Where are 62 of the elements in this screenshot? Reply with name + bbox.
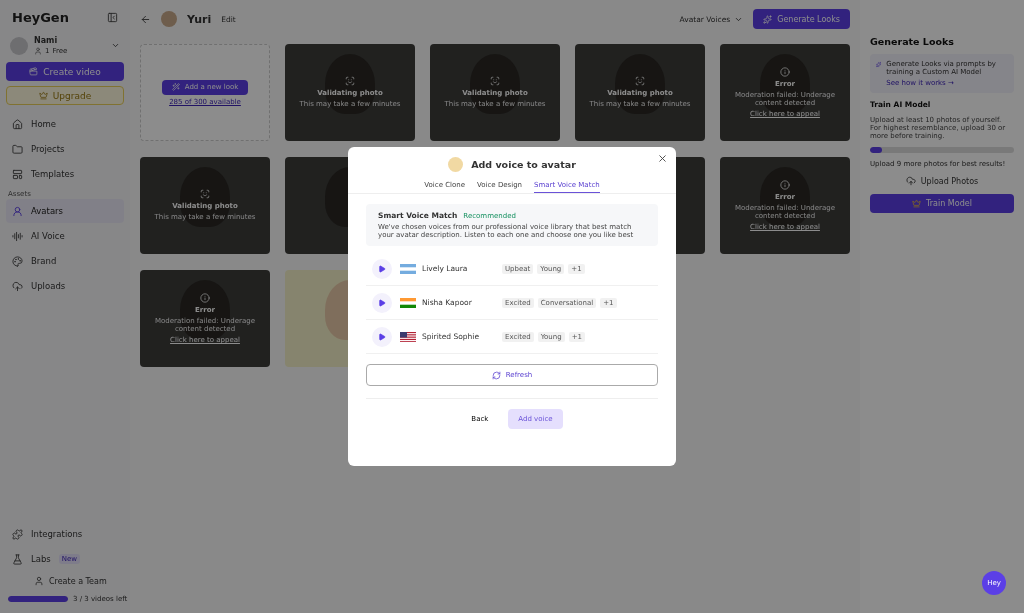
- info-icon: [200, 292, 210, 303]
- nav-item[interactable]: Projects: [6, 137, 124, 161]
- flag-icon: [400, 263, 416, 274]
- user-icon: [34, 47, 42, 55]
- nav-item[interactable]: Brand: [6, 249, 124, 273]
- avatar-photo-placeholder: [161, 11, 177, 27]
- nav-item[interactable]: Uploads: [6, 274, 124, 298]
- refresh-icon: [491, 370, 501, 380]
- info-icon: [780, 66, 790, 77]
- sparkle-icon: [763, 14, 773, 24]
- scan-icon: [490, 76, 500, 87]
- avatar-circle: [10, 36, 28, 55]
- nav-item[interactable]: AI Voice: [6, 224, 124, 248]
- template-icon: [12, 168, 23, 180]
- avatar-icon: [12, 205, 23, 217]
- nav-item[interactable]: Avatars: [6, 199, 124, 223]
- folder-icon: [12, 143, 23, 155]
- wand-icon: [171, 83, 180, 91]
- nav-item[interactable]: Home: [6, 112, 124, 136]
- account-name: Nami: [34, 36, 59, 45]
- play-icon: [378, 332, 386, 341]
- train-model-button[interactable]: Train Model: [870, 194, 1014, 213]
- chevron-icon[interactable]: [111, 41, 120, 50]
- info-icon: [780, 179, 790, 190]
- logo: HeyGen: [12, 10, 69, 25]
- upgrade-button[interactable]: Upgrade: [6, 86, 124, 105]
- avatar-name: Yuri: [187, 12, 212, 26]
- cloud-upload-icon: [12, 280, 23, 292]
- create-video-button[interactable]: Create video: [6, 62, 124, 81]
- back-arrow-icon[interactable]: [140, 13, 151, 25]
- play-button[interactable]: [372, 326, 392, 347]
- close-button[interactable]: [657, 153, 668, 164]
- scan-icon: [635, 76, 645, 87]
- nav-item[interactable]: Labs: [31, 554, 51, 564]
- palette-icon: [12, 255, 23, 267]
- scan-icon: [200, 189, 210, 200]
- nav-item[interactable]: Integrations: [31, 529, 83, 539]
- play-button[interactable]: [372, 292, 392, 313]
- scan-icon: [345, 76, 355, 87]
- cloud-upload-icon: [905, 176, 916, 186]
- puzzle-icon: [12, 528, 23, 540]
- dialog-title: Add voice to avatar: [471, 159, 576, 170]
- nav-item[interactable]: Templates: [6, 162, 124, 186]
- collapse-icon[interactable]: [107, 12, 118, 23]
- flag-icon: [400, 297, 416, 308]
- crown-icon: [912, 199, 922, 208]
- upload-photos-button[interactable]: Upload Photos: [870, 175, 1014, 187]
- voice-icon: [12, 230, 23, 242]
- flag-icon: [400, 331, 416, 342]
- user-icon: [34, 576, 44, 586]
- generate-looks-button[interactable]: Generate Looks: [753, 9, 850, 29]
- sparkle-icon: [876, 60, 882, 69]
- home-icon: [12, 118, 23, 130]
- play-icon: [378, 264, 386, 273]
- crown-icon: [38, 91, 48, 100]
- avatar-photo-placeholder: [448, 157, 464, 172]
- video-icon: [29, 67, 39, 76]
- play-button[interactable]: [372, 258, 392, 279]
- panel-title: Generate Looks: [870, 36, 955, 47]
- play-icon: [378, 298, 386, 307]
- create-team-link[interactable]: Create a Team: [49, 576, 107, 586]
- flask-icon: [12, 553, 23, 565]
